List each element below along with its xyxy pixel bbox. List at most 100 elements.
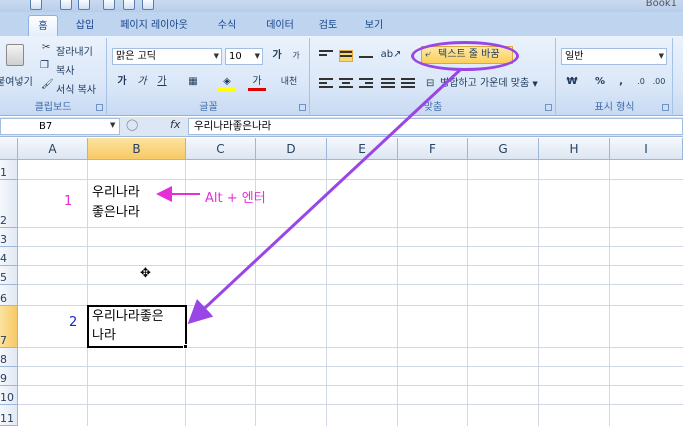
outdent-icon[interactable] [401,78,415,90]
column-header-c[interactable]: C [186,138,256,160]
row-header-10[interactable]: 10 [0,386,18,405]
insert-function-button[interactable]: fx [170,118,180,131]
row-header-9[interactable]: 9 [0,367,18,386]
gridline [18,246,683,247]
annotation-step-2: 2 [69,315,78,330]
row-header-5[interactable]: 5 [0,266,18,285]
increase-decimal-icon[interactable]: .0 [633,74,649,91]
grow-font-button[interactable]: 가 [268,48,286,65]
fill-color-icon[interactable]: ◈ [218,74,236,91]
number-format-select[interactable]: 일반 ▼ [561,48,667,65]
format-painter-icon[interactable]: 🖌 [41,79,54,90]
cell-b2-line1[interactable]: 우리나라 [92,183,140,203]
row-header-3[interactable]: 3 [0,228,18,247]
align-center-icon[interactable] [339,78,353,90]
row-header-2[interactable]: 2 [0,180,18,228]
column-header-h[interactable]: H [539,138,610,160]
open-icon[interactable] [103,0,115,10]
font-size-select[interactable]: 10 ▼ [225,48,263,65]
number-launcher-icon[interactable] [662,104,669,111]
align-top-icon[interactable] [319,50,333,62]
orientation-icon[interactable]: ab↗ [377,47,405,64]
row-number: 3 [0,233,7,246]
row-header-7[interactable]: 7 [0,306,18,348]
fill-handle[interactable] [183,344,188,349]
column-header-b[interactable]: B [88,138,186,160]
shrink-font-button[interactable]: 가 [288,48,304,65]
indent-icon[interactable] [381,78,395,90]
preview-icon[interactable] [142,0,154,10]
tab-formulas[interactable]: 수식 [212,15,242,36]
align-left-icon[interactable] [319,78,333,90]
paste-button[interactable]: 붙여넣기 [0,73,33,88]
formula-bar-handle-icon[interactable]: ◯ [126,118,138,131]
paste-icon[interactable] [6,44,24,66]
cell-b2-line2[interactable]: 좋은나라 [92,203,140,223]
decrease-decimal-icon[interactable]: .00 [651,74,667,91]
tab-insert[interactable]: 삽입 [70,15,100,36]
gridline [18,385,683,386]
column-header-f[interactable]: F [398,138,468,160]
mouse-cursor-icon: ✥ [140,266,151,281]
currency-button[interactable]: ₩ [563,74,581,91]
select-all-corner[interactable] [0,138,18,160]
print-icon[interactable] [123,0,135,10]
undo-icon[interactable] [78,0,90,10]
name-box[interactable]: B7 [0,118,120,135]
gridline [609,160,610,426]
row-header-6[interactable]: 6 [0,285,18,306]
name-box-dropdown-icon[interactable]: ▼ [110,121,115,129]
tab-review[interactable]: 검토 [313,15,343,36]
comma-button[interactable]: , [615,74,627,91]
font-group-label: 글꼴 [199,102,218,113]
bold-button[interactable]: 가 [114,74,130,91]
merge-center-button[interactable]: ⊟ 병합하고 가운데 맞춤 ▼ [424,76,554,94]
alignment-launcher-icon[interactable] [545,104,552,111]
clipboard-launcher-icon[interactable] [96,104,103,111]
tab-home[interactable]: 홈 [28,15,58,36]
copy-icon[interactable]: ❐ [40,60,49,71]
number-format-value: 일반 [565,51,584,62]
column-header-g[interactable]: G [468,138,539,160]
tab-data[interactable]: 데이터 [260,15,300,36]
row-header-11[interactable]: 11 [0,405,18,426]
font-color-button[interactable]: 가 [248,74,266,91]
align-right-icon[interactable] [359,78,373,90]
phonetic-button[interactable]: 내천 [276,74,302,91]
gridline [18,284,683,285]
office-button-icon[interactable] [30,0,42,10]
column-header-d[interactable]: D [256,138,327,160]
tab-page-layout[interactable]: 페이지 레이아웃 [113,15,195,36]
font-launcher-icon[interactable] [299,104,306,111]
border-icon[interactable]: ▦ [184,74,202,91]
tab-view[interactable]: 보기 [359,15,389,36]
format-painter-button[interactable]: 서식 복사 [56,81,96,96]
column-header-i[interactable]: I [610,138,683,160]
gridline [185,160,186,426]
underline-button[interactable]: 가 [154,74,170,91]
font-name-select[interactable]: 맑은 고딕 ▼ [112,48,222,65]
row-header-8[interactable]: 8 [0,348,18,367]
cell-b7-line2: 나라 [92,328,116,343]
font-size-value: 10 [229,51,242,62]
cut-button[interactable]: 잘라내기 [56,43,93,58]
alignment-group-label: 맞춤 [423,102,443,113]
copy-button[interactable]: 복사 [56,62,74,77]
column-header-e[interactable]: E [327,138,398,160]
column-header-a[interactable]: A [18,138,88,160]
formula-input[interactable]: 우리나라좋은나라 [188,118,683,135]
gridline [87,160,88,426]
row-header-1[interactable]: 1 [0,160,18,180]
row-number: 1 [0,166,7,179]
gridline [18,179,683,180]
percent-button[interactable]: % [593,74,607,91]
align-bottom-icon[interactable] [359,50,373,62]
align-middle-icon[interactable] [339,50,353,62]
cut-icon[interactable]: ✂ [42,42,50,53]
row-header-4[interactable]: 4 [0,247,18,266]
spreadsheet-grid[interactable]: A B C D E F G H I 1 2 3 4 5 6 7 8 9 10 1… [0,138,683,426]
row-number: 8 [0,353,7,366]
italic-button[interactable]: 가 [134,74,150,91]
ribbon: 붙여넣기 ✂ 잘라내기 ❐ 복사 🖌 서식 복사 클립보드 맑은 고딕 ▼ 10… [0,36,683,116]
save-icon[interactable] [60,0,72,10]
